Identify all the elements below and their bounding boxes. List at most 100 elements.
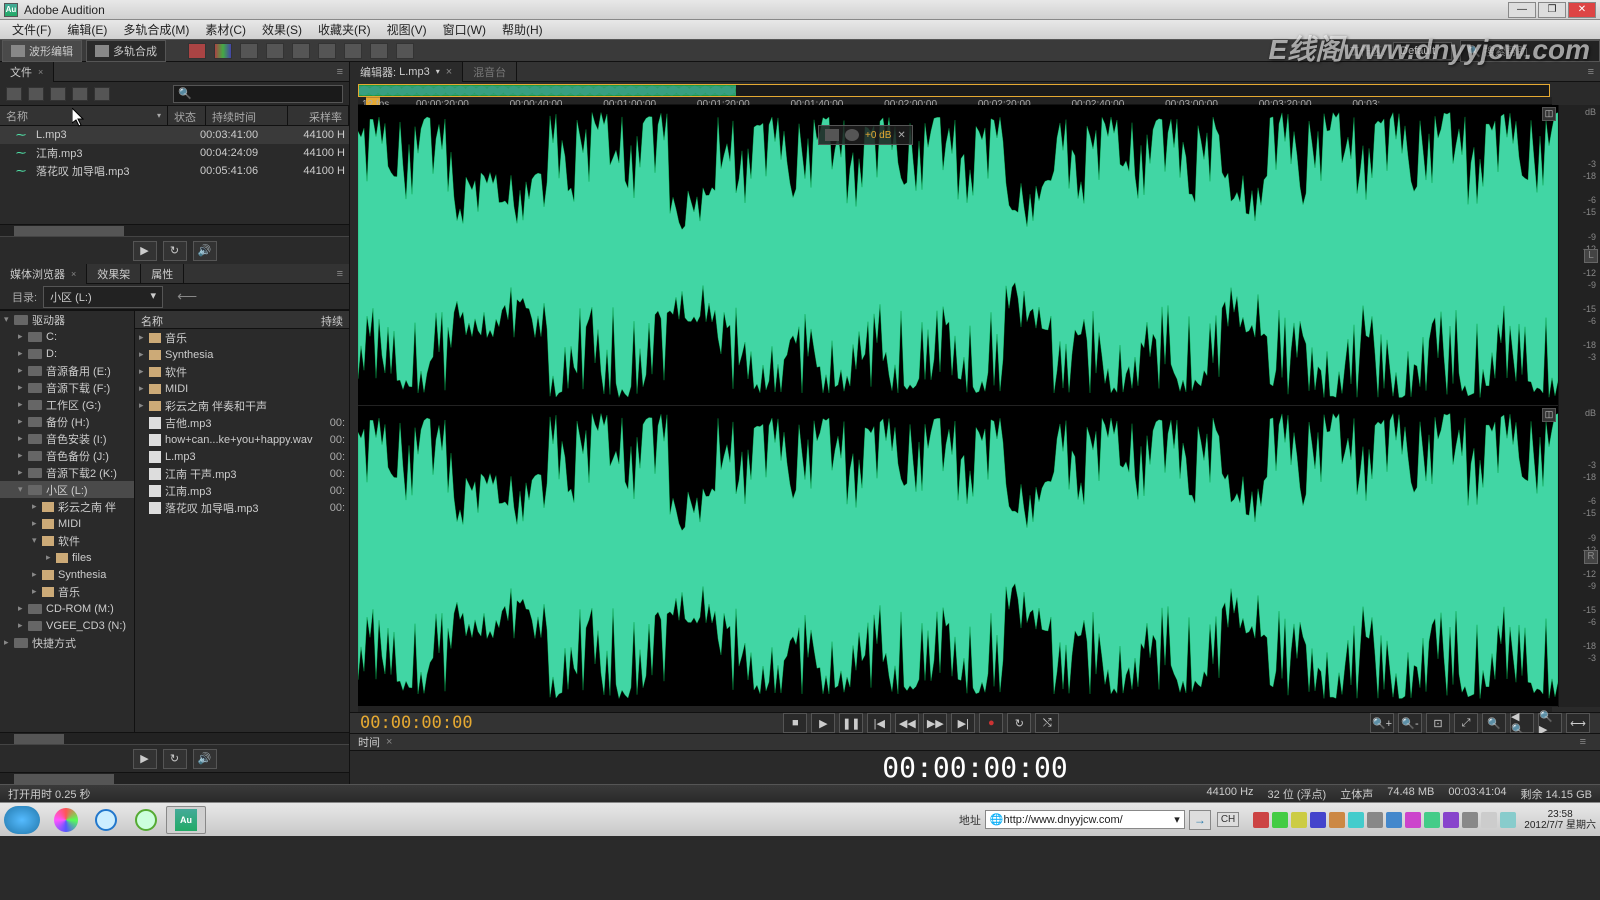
forward-button[interactable]: ▶▶ (923, 713, 947, 733)
browser-item[interactable]: ▸彩云之南 伴奏和干声 (135, 397, 349, 414)
tree-item[interactable]: ▸音色备份 (J:) (0, 447, 134, 464)
close-icon[interactable]: × (446, 66, 452, 78)
zoom-selection-icon[interactable]: ⤢ (1454, 713, 1478, 733)
tree-item[interactable]: ▸VGEE_CD3 (N:) (0, 617, 134, 634)
tool-icon[interactable] (370, 43, 388, 59)
zoom-in-left-icon[interactable]: ◀🔍 (1510, 713, 1534, 733)
tree-item[interactable]: ▸彩云之南 伴 (0, 498, 134, 515)
panel-menu-button[interactable]: ≡ (1574, 736, 1592, 748)
tree-item[interactable]: ▸C: (0, 328, 134, 345)
zoom-out-icon[interactable]: 🔍- (1398, 713, 1422, 733)
browser-item[interactable]: 吉他.mp300: (135, 414, 349, 431)
waveform-display[interactable]: ◫ +0 dB ✕ ◫ (358, 105, 1558, 707)
file-row[interactable]: ⁓江南.mp300:04:24:0944100 H (0, 144, 349, 162)
right-channel-badge[interactable]: R (1584, 550, 1598, 564)
import-icon[interactable] (72, 87, 88, 101)
browser-item[interactable]: 江南.mp300: (135, 482, 349, 499)
record-button[interactable]: ● (979, 713, 1003, 733)
panel-menu-button[interactable]: ≡ (1582, 66, 1600, 78)
zoom-fit-icon[interactable]: ⊡ (1426, 713, 1450, 733)
play-button[interactable]: ▶ (811, 713, 835, 733)
tree-item[interactable]: ▸备份 (H:) (0, 413, 134, 430)
panel-menu-button[interactable]: ≡ (331, 268, 349, 280)
tree-item[interactable]: ▸音色安装 (I:) (0, 430, 134, 447)
menu-item[interactable]: 编辑(E) (59, 19, 115, 40)
menu-item[interactable]: 文件(F) (4, 19, 59, 40)
browser-item[interactable]: ▸MIDI (135, 380, 349, 397)
panel-tab[interactable]: 效果架 (87, 264, 141, 284)
browser-item[interactable]: L.mp300: (135, 448, 349, 465)
tool-icon[interactable] (344, 43, 362, 59)
panel-tab[interactable]: 媒体浏览器× (0, 264, 87, 284)
browser-icon[interactable] (126, 806, 166, 834)
zoom-out-full-icon[interactable]: ⟷ (1566, 713, 1590, 733)
tool-icon[interactable] (214, 43, 232, 59)
col-status[interactable]: 状态 (168, 106, 206, 125)
close-button[interactable]: ✕ (1568, 2, 1596, 18)
col-duration[interactable]: 持续时间 (206, 106, 288, 125)
minimize-button[interactable]: — (1508, 2, 1536, 18)
zoom-in-right-icon[interactable]: 🔍▶ (1538, 713, 1562, 733)
stop-button[interactable]: ■ (783, 713, 807, 733)
skip-start-button[interactable]: |◀ (867, 713, 891, 733)
play-button[interactable]: ▶ (133, 241, 157, 261)
rewind-button[interactable]: ◀◀ (895, 713, 919, 733)
tree-item[interactable]: ▾软件 (0, 532, 134, 549)
left-channel[interactable]: ◫ +0 dB ✕ (358, 105, 1558, 406)
timeline-ruler[interactable]: 12 fps 00:00:20:0000:00:40:0000:01:00:00… (358, 97, 1552, 105)
tray-icon[interactable] (1310, 812, 1326, 828)
menu-item[interactable]: 效果(S) (254, 19, 310, 40)
maximize-button[interactable]: ❐ (1538, 2, 1566, 18)
tool-icon[interactable] (266, 43, 284, 59)
tray-icon[interactable] (1443, 812, 1459, 828)
menu-item[interactable]: 多轨合成(M) (115, 19, 197, 40)
browser-item[interactable]: how+can...ke+you+happy.wav00: (135, 431, 349, 448)
browser-item[interactable]: ▸音乐 (135, 329, 349, 346)
tool-icon[interactable] (188, 43, 206, 59)
tray-icon[interactable] (1253, 812, 1269, 828)
tree-item[interactable]: ▸MIDI (0, 515, 134, 532)
timecode-display[interactable]: 00:00:00:00 (360, 713, 473, 733)
trash-icon[interactable] (94, 87, 110, 101)
editor-tab[interactable]: 编辑器: L.mp3▾ × (350, 62, 463, 82)
col-name[interactable]: 名称▾ (0, 106, 168, 125)
skip-end-button[interactable]: ▶| (951, 713, 975, 733)
tray-icon[interactable] (1348, 812, 1364, 828)
address-input[interactable]: 🌐 http://www.dnyyjcw.com/▾ (985, 810, 1185, 829)
tray-icon[interactable] (1367, 812, 1383, 828)
waveform-mode-button[interactable]: 波形编辑 (2, 40, 82, 62)
start-button[interactable] (4, 806, 40, 834)
tray-icon[interactable] (1481, 812, 1497, 828)
browser-item[interactable]: ▸Synthesia (135, 346, 349, 363)
tray-icon[interactable] (1462, 812, 1478, 828)
file-row[interactable]: ⁓落花叹 加导唱.mp300:05:41:0644100 H (0, 162, 349, 180)
tree-item[interactable]: ▸工作区 (G:) (0, 396, 134, 413)
hud-knob-icon[interactable] (845, 129, 859, 141)
tree-item[interactable]: ▸音源下载2 (K:) (0, 464, 134, 481)
big-timecode[interactable]: 00:00:00:00 (350, 751, 1600, 784)
loop-button[interactable]: ↻ (163, 241, 187, 261)
tree-item[interactable]: ▸音源下载 (F:) (0, 379, 134, 396)
go-button[interactable]: → (1189, 810, 1211, 830)
left-channel-badge[interactable]: L (1584, 249, 1598, 263)
file-row[interactable]: ⁓L.mp300:03:41:0044100 H (0, 126, 349, 144)
multitrack-mode-button[interactable]: 多轨合成 (86, 40, 166, 62)
channel-options-icon[interactable]: ◫ (1542, 107, 1556, 121)
mixer-tab[interactable]: 混音台 (463, 62, 517, 82)
tray-icon[interactable] (1386, 812, 1402, 828)
back-button[interactable]: ⟵ (177, 288, 197, 305)
help-search-input[interactable]: 🔍 搜索帮助 (1460, 40, 1600, 62)
tool-icon[interactable] (292, 43, 310, 59)
tree-item[interactable]: ▸CD-ROM (M:) (0, 600, 134, 617)
taskbar-app-icon[interactable] (46, 806, 86, 834)
tray-icon[interactable] (1291, 812, 1307, 828)
loop-button[interactable]: ↻ (1007, 713, 1031, 733)
tray-icon[interactable] (1424, 812, 1440, 828)
files-search-input[interactable]: 🔍 (173, 85, 343, 103)
play-button[interactable]: ▶ (133, 749, 157, 769)
pause-button[interactable]: ❚❚ (839, 713, 863, 733)
autoplay-button[interactable]: 🔊 (193, 749, 217, 769)
menu-item[interactable]: 素材(C) (197, 19, 254, 40)
menu-item[interactable]: 视图(V) (379, 19, 435, 40)
tool-icon[interactable] (396, 43, 414, 59)
